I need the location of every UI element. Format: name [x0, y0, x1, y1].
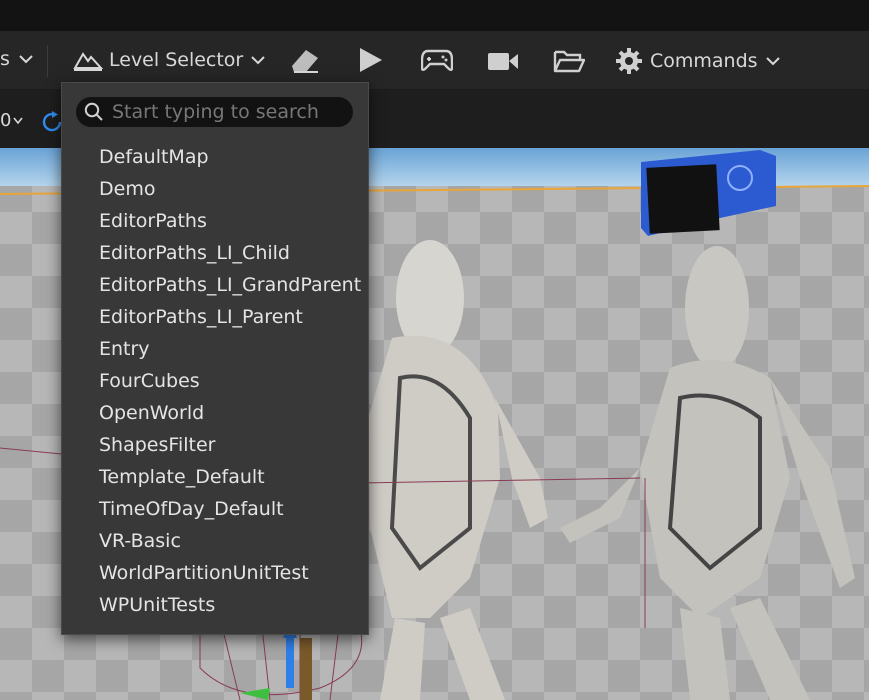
eraser-icon — [292, 50, 318, 73]
level-list-item[interactable]: EditorPaths_LI_Parent — [62, 301, 368, 333]
gamepad-button[interactable] — [421, 48, 453, 72]
level-list-item[interactable]: TimeOfDay_Default — [62, 493, 368, 525]
search-icon — [84, 102, 103, 121]
level-mountain-icon — [73, 52, 103, 71]
level-list: DefaultMap Demo EditorPaths EditorPaths_LI_… — [62, 141, 368, 621]
transform-value-dropdown[interactable]: 0 — [0, 110, 24, 131]
play-icon — [360, 48, 382, 72]
level-list-item[interactable]: DefaultMap — [62, 141, 368, 173]
chevron-down-icon — [765, 57, 780, 66]
chevron-down-icon — [13, 117, 24, 124]
commands-button[interactable]: Commands — [615, 47, 780, 75]
level-list-item[interactable]: WorldPartitionUnitTest — [62, 557, 368, 589]
search-input[interactable] — [110, 100, 344, 124]
level-selector-button[interactable]: Level Selector — [73, 48, 265, 72]
level-list-item[interactable]: WPUnitTests — [62, 589, 368, 621]
level-selector-label: Level Selector — [109, 49, 244, 71]
video-camera-icon — [488, 53, 518, 70]
play-button[interactable] — [357, 46, 385, 74]
chevron-down-icon — [19, 55, 33, 64]
eraser-button[interactable] — [289, 46, 321, 74]
transform-value: 0 — [0, 110, 12, 131]
gear-icon — [616, 48, 642, 74]
level-list-item[interactable]: Entry — [62, 333, 368, 365]
level-list-item[interactable]: Template_Default — [62, 461, 368, 493]
folder-open-icon — [553, 50, 585, 73]
level-list-item[interactable]: VR-Basic — [62, 525, 368, 557]
level-list-item[interactable]: ShapesFilter — [62, 429, 368, 461]
commands-label: Commands — [650, 50, 758, 72]
search-box[interactable] — [76, 97, 353, 127]
level-list-item[interactable]: EditorPaths_LI_GrandParent — [62, 269, 368, 301]
level-list-item[interactable]: Demo — [62, 173, 368, 205]
level-selector-dropdown: DefaultMapDemoEditorPathsEditorPaths_LI_… — [61, 82, 369, 635]
open-folder-button[interactable] — [553, 49, 585, 73]
camera-button[interactable] — [487, 50, 519, 72]
title-bar — [0, 0, 869, 31]
toolbar-divider — [47, 45, 48, 77]
level-list-item[interactable]: EditorPaths_LI_Child — [62, 237, 368, 269]
level-list-item[interactable]: EditorPaths — [62, 205, 368, 237]
level-list-item[interactable]: FourCubes — [62, 365, 368, 397]
gamepad-icon — [421, 49, 453, 71]
mode-menu-label: s — [0, 48, 10, 70]
mode-menu[interactable]: s — [0, 48, 33, 70]
chevron-down-icon — [251, 56, 265, 65]
level-list-item[interactable]: OpenWorld — [62, 397, 368, 429]
